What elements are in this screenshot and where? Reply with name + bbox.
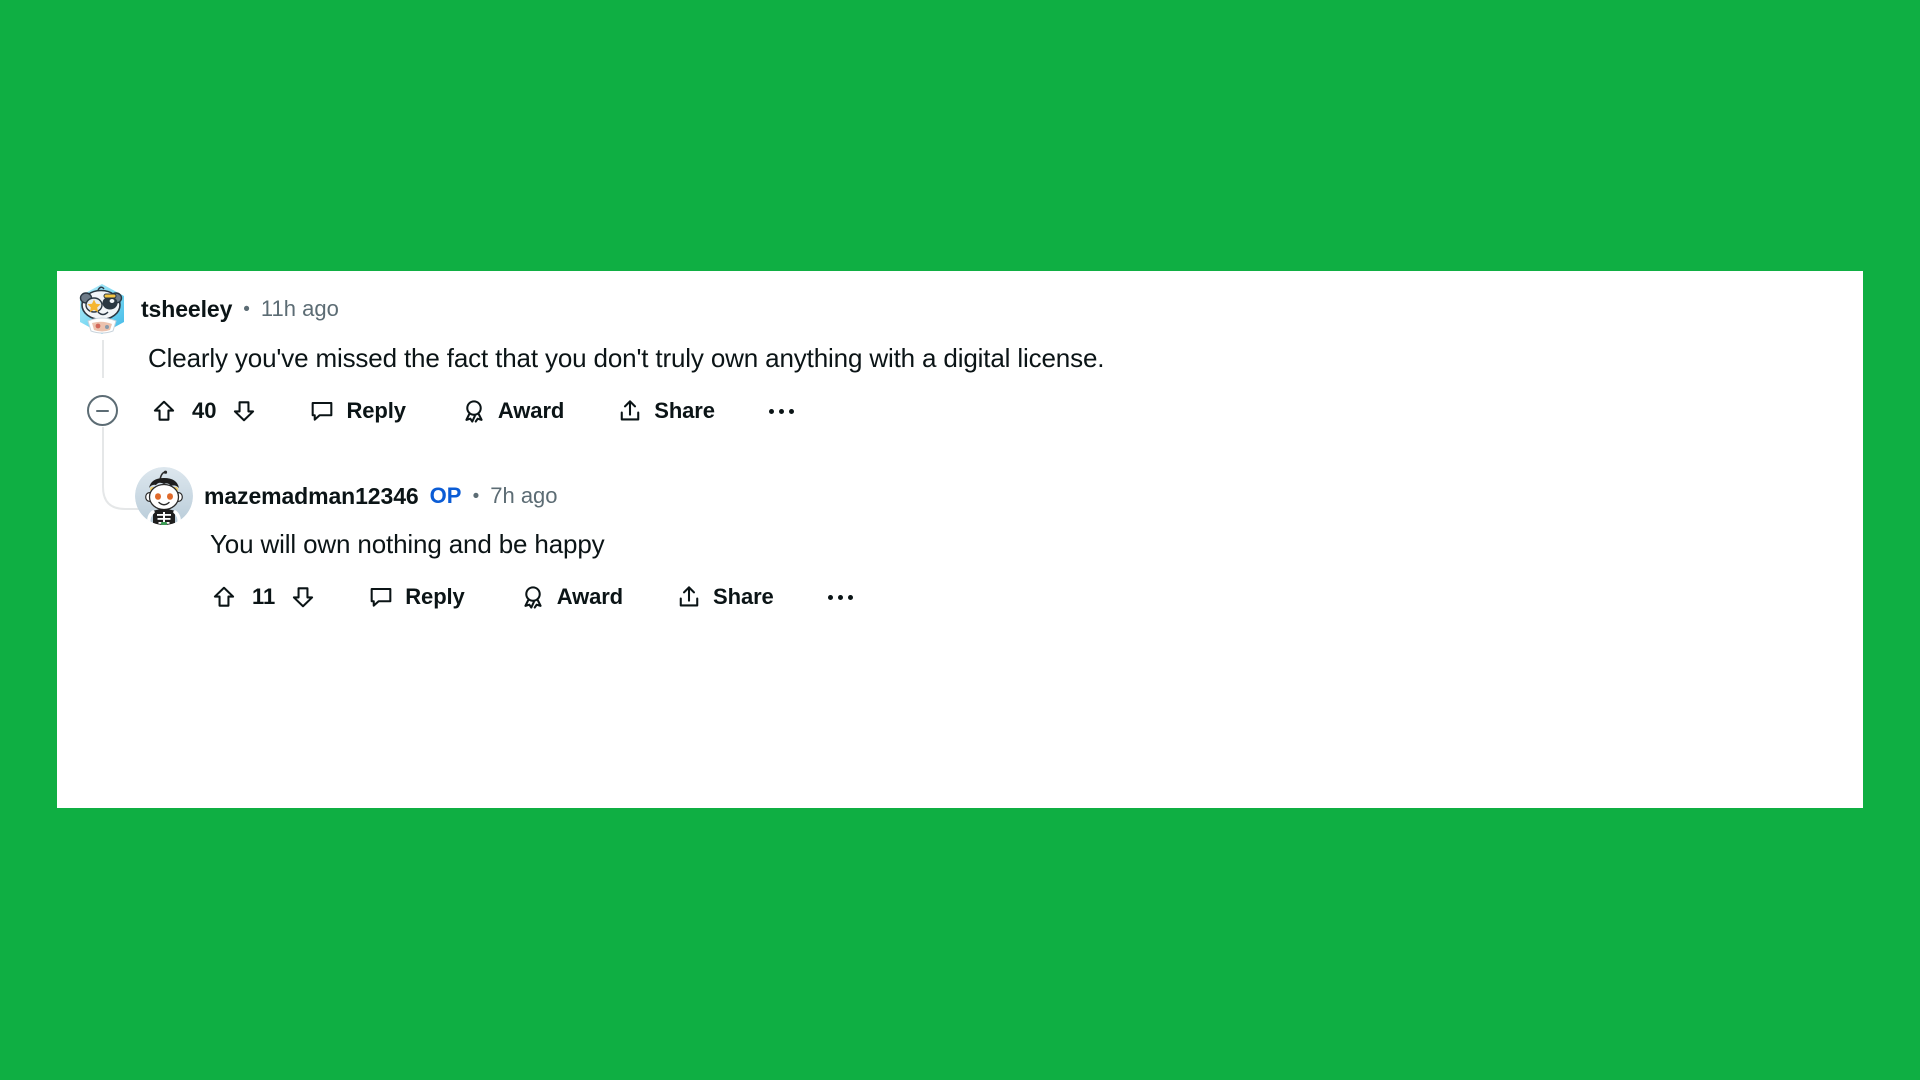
reply-award-label: Award: [556, 584, 624, 609]
comment-card: tsheeley • 11h ago Clearly you've missed…: [57, 271, 1863, 808]
award-ribbon-icon: [524, 586, 542, 609]
comment-body-text: Clearly you've missed the fact that you …: [148, 343, 1105, 373]
comment-bubble-icon: [370, 587, 392, 607]
comment-author-username[interactable]: tsheeley: [141, 296, 232, 323]
comment-timestamp: 11h ago: [260, 296, 339, 321]
reply-body-text: You will own nothing and be happy: [210, 529, 605, 559]
reply-label: Reply: [346, 398, 406, 423]
share-button[interactable]: Share: [617, 398, 715, 424]
kebab-more-icon: [778, 408, 784, 414]
kebab-more-icon: [788, 408, 794, 414]
award-ribbon-icon: [465, 400, 483, 423]
meta-separator: •: [472, 485, 480, 507]
award-label: Award: [497, 398, 565, 423]
kebab-more-icon: [768, 408, 774, 414]
minus-circle-icon: [96, 409, 109, 412]
vote-count: 40: [192, 398, 217, 423]
downvote-arrow-icon: [293, 587, 314, 608]
reply-reply-label: Reply: [405, 584, 465, 609]
kebab-more-icon: [837, 594, 843, 600]
reply-award-button[interactable]: Award: [520, 584, 623, 610]
reply-downvote-button[interactable]: [286, 580, 320, 614]
share-upload-icon: [620, 400, 640, 421]
kebab-more-icon: [827, 594, 833, 600]
reply-author-username[interactable]: mazemadman12346: [204, 483, 419, 510]
share-upload-icon: [679, 586, 699, 607]
downvote-button[interactable]: [227, 394, 261, 428]
upvote-button[interactable]: [147, 394, 181, 428]
reply-timestamp: 7h ago: [490, 483, 558, 508]
share-label: Share: [654, 398, 715, 423]
comment-header: tsheeley • 11h ago: [74, 281, 339, 337]
reply-actions-bar: 11 Reply Award Share: [207, 580, 855, 614]
upvote-arrow-icon: [153, 400, 175, 421]
upvote-arrow-icon: [213, 586, 235, 607]
comment-thread: tsheeley • 11h ago Clearly you've missed…: [57, 271, 1863, 808]
op-badge: OP: [429, 483, 462, 508]
reply-more-options-button[interactable]: [826, 589, 855, 606]
meta-separator: •: [243, 298, 250, 320]
comment-bubble-icon: [312, 401, 333, 421]
reply-header: mazemadman12346 OP • 7h ago: [135, 467, 558, 525]
thread-line-upper: [102, 340, 104, 378]
panda-gamer-avatar[interactable]: [74, 281, 130, 337]
comment-actions-bar: 40 Reply Award Share: [147, 394, 796, 428]
more-options-button[interactable]: [767, 403, 796, 420]
reply-reply-button[interactable]: Reply: [368, 584, 465, 610]
collapse-thread-button[interactable]: [87, 395, 118, 426]
screen-root: tsheeley • 11h ago Clearly you've missed…: [0, 0, 1920, 1080]
kebab-more-icon: [847, 594, 853, 600]
thread-line-lower: [102, 427, 104, 471]
downvote-arrow-icon: [234, 401, 255, 422]
award-button[interactable]: Award: [461, 398, 564, 424]
reply-share-button[interactable]: Share: [676, 584, 774, 610]
reply-share-label: Share: [713, 584, 774, 609]
reply-upvote-button[interactable]: [207, 580, 241, 614]
reply-vote-count: 11: [252, 584, 276, 609]
snoo-skeleton-avatar[interactable]: [135, 467, 193, 525]
reply-button[interactable]: Reply: [309, 398, 406, 424]
